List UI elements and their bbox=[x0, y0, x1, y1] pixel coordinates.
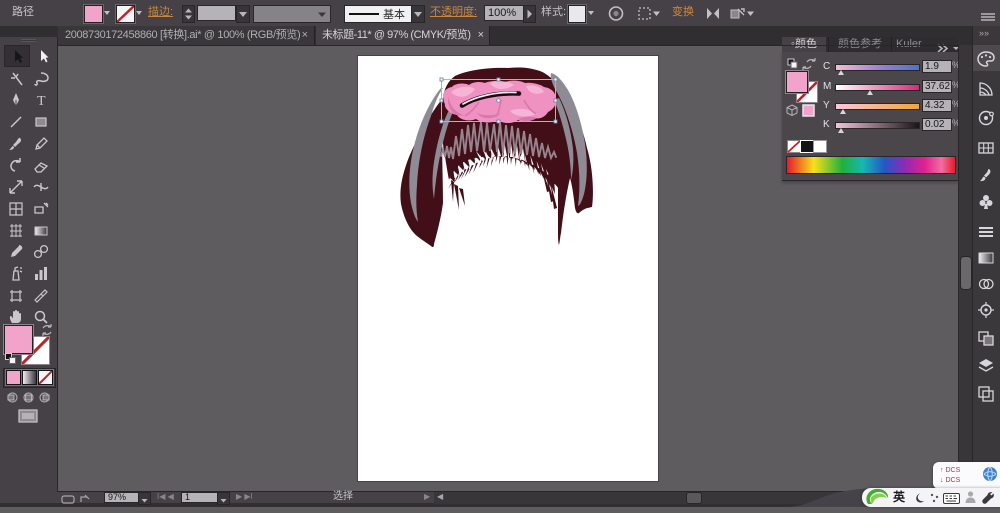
svg-text:T: T bbox=[37, 94, 46, 108]
svg-text:基本: 基本 bbox=[383, 7, 405, 21]
